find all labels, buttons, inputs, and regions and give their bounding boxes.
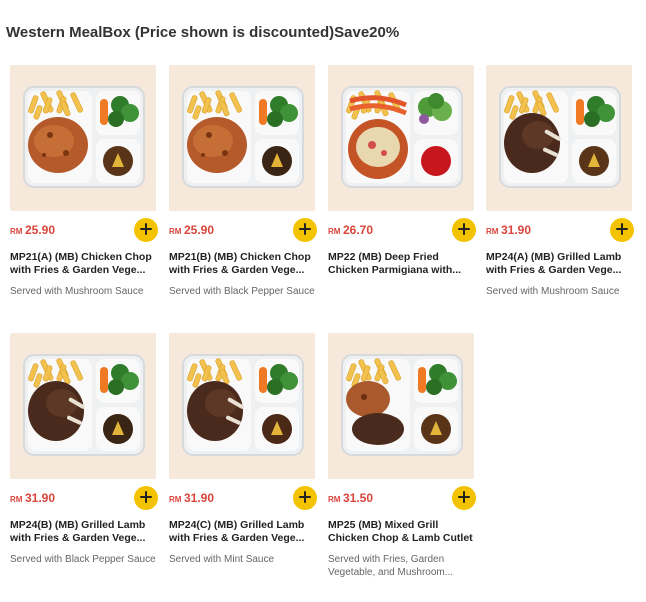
plus-icon	[616, 222, 628, 238]
add-to-cart-button[interactable]	[452, 486, 476, 510]
add-to-cart-button[interactable]	[293, 486, 317, 510]
price-currency: RM	[328, 227, 341, 236]
product-name[interactable]: MP25 (MB) Mixed Grill Chicken Chop & Lam…	[328, 519, 476, 545]
price-row: RM 31.50	[328, 485, 476, 515]
price-amount: 31.90	[25, 491, 56, 505]
product-card[interactable]: RM 25.90 MP21(A) (MB) Chicken Chop with …	[10, 65, 158, 298]
product-name[interactable]: MP21(B) (MB) Chicken Chop with Fries & G…	[169, 251, 317, 277]
price-amount: 25.90	[184, 223, 215, 237]
product-card[interactable]: RM 25.90 MP21(B) (MB) Chicken Chop with …	[169, 65, 317, 298]
price-amount: 31.90	[184, 491, 215, 505]
product-card[interactable]: RM 31.90 MP24(C) (MB) Grilled Lamb with …	[169, 333, 317, 566]
product-description: Served with Black Pepper Sauce	[169, 286, 315, 297]
price-row: RM 31.90	[169, 485, 317, 515]
price-currency: RM	[169, 495, 182, 504]
product-name[interactable]: MP21(A) (MB) Chicken Chop with Fries & G…	[10, 251, 158, 277]
add-to-cart-button[interactable]	[293, 218, 317, 242]
product-card[interactable]: RM 31.90 MP24(B) (MB) Grilled Lamb with …	[10, 333, 158, 566]
product-description: Served with Mushroom Sauce	[486, 286, 620, 297]
product-card[interactable]: RM 26.70 MP22 (MB) Deep Fried Chicken Pa…	[328, 65, 476, 285]
product-description: Served with Fries, Garden Vegetable, and…	[328, 554, 454, 578]
product-description: Served with Mushroom Sauce	[10, 286, 144, 297]
price-row: RM 31.90	[10, 485, 158, 515]
price-amount: 31.50	[343, 491, 374, 505]
price-currency: RM	[328, 495, 341, 504]
product-image[interactable]	[10, 65, 156, 211]
product-image[interactable]	[169, 333, 315, 479]
product-name[interactable]: MP24(C) (MB) Grilled Lamb with Fries & G…	[169, 519, 317, 545]
product-description: Served with Black Pepper Sauce	[10, 554, 156, 565]
plus-icon	[140, 222, 152, 238]
product-description: Served with Mint Sauce	[169, 554, 275, 565]
price-amount: 31.90	[501, 223, 532, 237]
plus-icon	[140, 490, 152, 506]
product-name[interactable]: MP22 (MB) Deep Fried Chicken Parmigiana …	[328, 251, 476, 277]
add-to-cart-button[interactable]	[452, 218, 476, 242]
product-image[interactable]	[169, 65, 315, 211]
price-row: RM 26.70	[328, 217, 476, 247]
add-to-cart-button[interactable]	[134, 218, 158, 242]
price-row: RM 25.90	[10, 217, 158, 247]
product-image[interactable]	[328, 65, 474, 211]
product-image[interactable]	[10, 333, 156, 479]
product-name[interactable]: MP24(A) (MB) Grilled Lamb with Fries & G…	[486, 251, 634, 277]
price-amount: 25.90	[25, 223, 56, 237]
price-currency: RM	[169, 227, 182, 236]
price-amount: 26.70	[343, 223, 374, 237]
plus-icon	[458, 490, 470, 506]
plus-icon	[458, 222, 470, 238]
product-name[interactable]: MP24(B) (MB) Grilled Lamb with Fries & G…	[10, 519, 158, 545]
product-card[interactable]: RM 31.90 MP24(A) (MB) Grilled Lamb with …	[486, 65, 634, 298]
price-row: RM 25.90	[169, 217, 317, 247]
add-to-cart-button[interactable]	[610, 218, 634, 242]
product-image[interactable]	[486, 65, 632, 211]
price-currency: RM	[10, 495, 23, 504]
product-image[interactable]	[328, 333, 474, 479]
price-currency: RM	[486, 227, 499, 236]
add-to-cart-button[interactable]	[134, 486, 158, 510]
product-card[interactable]: RM 31.50 MP25 (MB) Mixed Grill Chicken C…	[328, 333, 476, 579]
plus-icon	[299, 490, 311, 506]
section-title: Western MealBox (Price shown is discount…	[6, 24, 400, 41]
price-row: RM 31.90	[486, 217, 634, 247]
price-currency: RM	[10, 227, 23, 236]
plus-icon	[299, 222, 311, 238]
